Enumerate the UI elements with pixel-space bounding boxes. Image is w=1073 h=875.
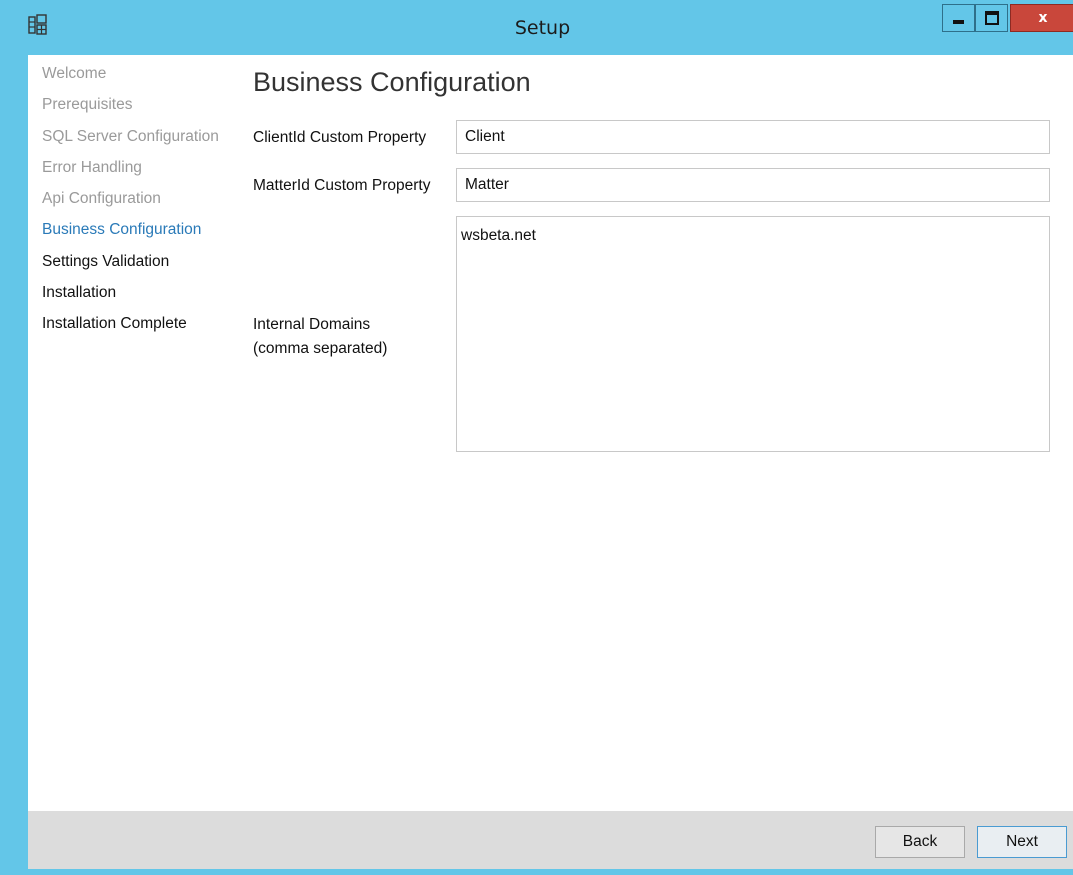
wizard-steps: Welcome Prerequisites SQL Server Configu…	[42, 63, 242, 345]
step-error-handling: Error Handling	[42, 158, 142, 176]
step-settings-validation: Settings Validation	[42, 252, 170, 270]
maximize-icon	[984, 11, 999, 25]
internal-domains-textarea[interactable]: wsbeta.net	[456, 216, 1050, 452]
page-title: Business Configuration	[253, 67, 531, 97]
step-business-configuration: Business Configuration	[42, 221, 202, 239]
footer-bar: Back Next	[28, 811, 1073, 869]
window-title: Setup	[514, 17, 571, 39]
step-installation-complete: Installation Complete	[42, 315, 187, 333]
minimize-button[interactable]	[942, 4, 975, 32]
next-button[interactable]: Next	[977, 826, 1067, 858]
title-bar[interactable]: Setup x	[6, 0, 1073, 55]
close-icon: x	[1038, 10, 1048, 26]
client-area: Welcome Prerequisites SQL Server Configu…	[28, 55, 1073, 869]
step-welcome: Welcome	[42, 65, 107, 82]
matter-id-label: MatterId Custom Property	[253, 177, 431, 194]
client-id-input[interactable]	[456, 120, 1050, 154]
client-id-label: ClientId Custom Property	[253, 129, 427, 146]
step-api-configuration: Api Configuration	[42, 190, 161, 208]
internal-domains-hint: (comma separated)	[253, 340, 388, 357]
back-button[interactable]: Back	[875, 826, 965, 858]
internal-domains-label: Internal Domains	[253, 316, 371, 333]
step-sql-server-configuration: SQL Server Configuration	[42, 127, 219, 145]
minimize-icon	[953, 20, 964, 24]
step-installation: Installation	[42, 284, 117, 302]
maximize-button[interactable]	[975, 4, 1008, 32]
close-button[interactable]: x	[1010, 4, 1073, 32]
step-prerequisites: Prerequisites	[42, 96, 133, 114]
setup-window: Setup x Welcome Prerequisites SQL Server…	[0, 0, 1073, 875]
matter-id-input[interactable]	[456, 168, 1050, 202]
